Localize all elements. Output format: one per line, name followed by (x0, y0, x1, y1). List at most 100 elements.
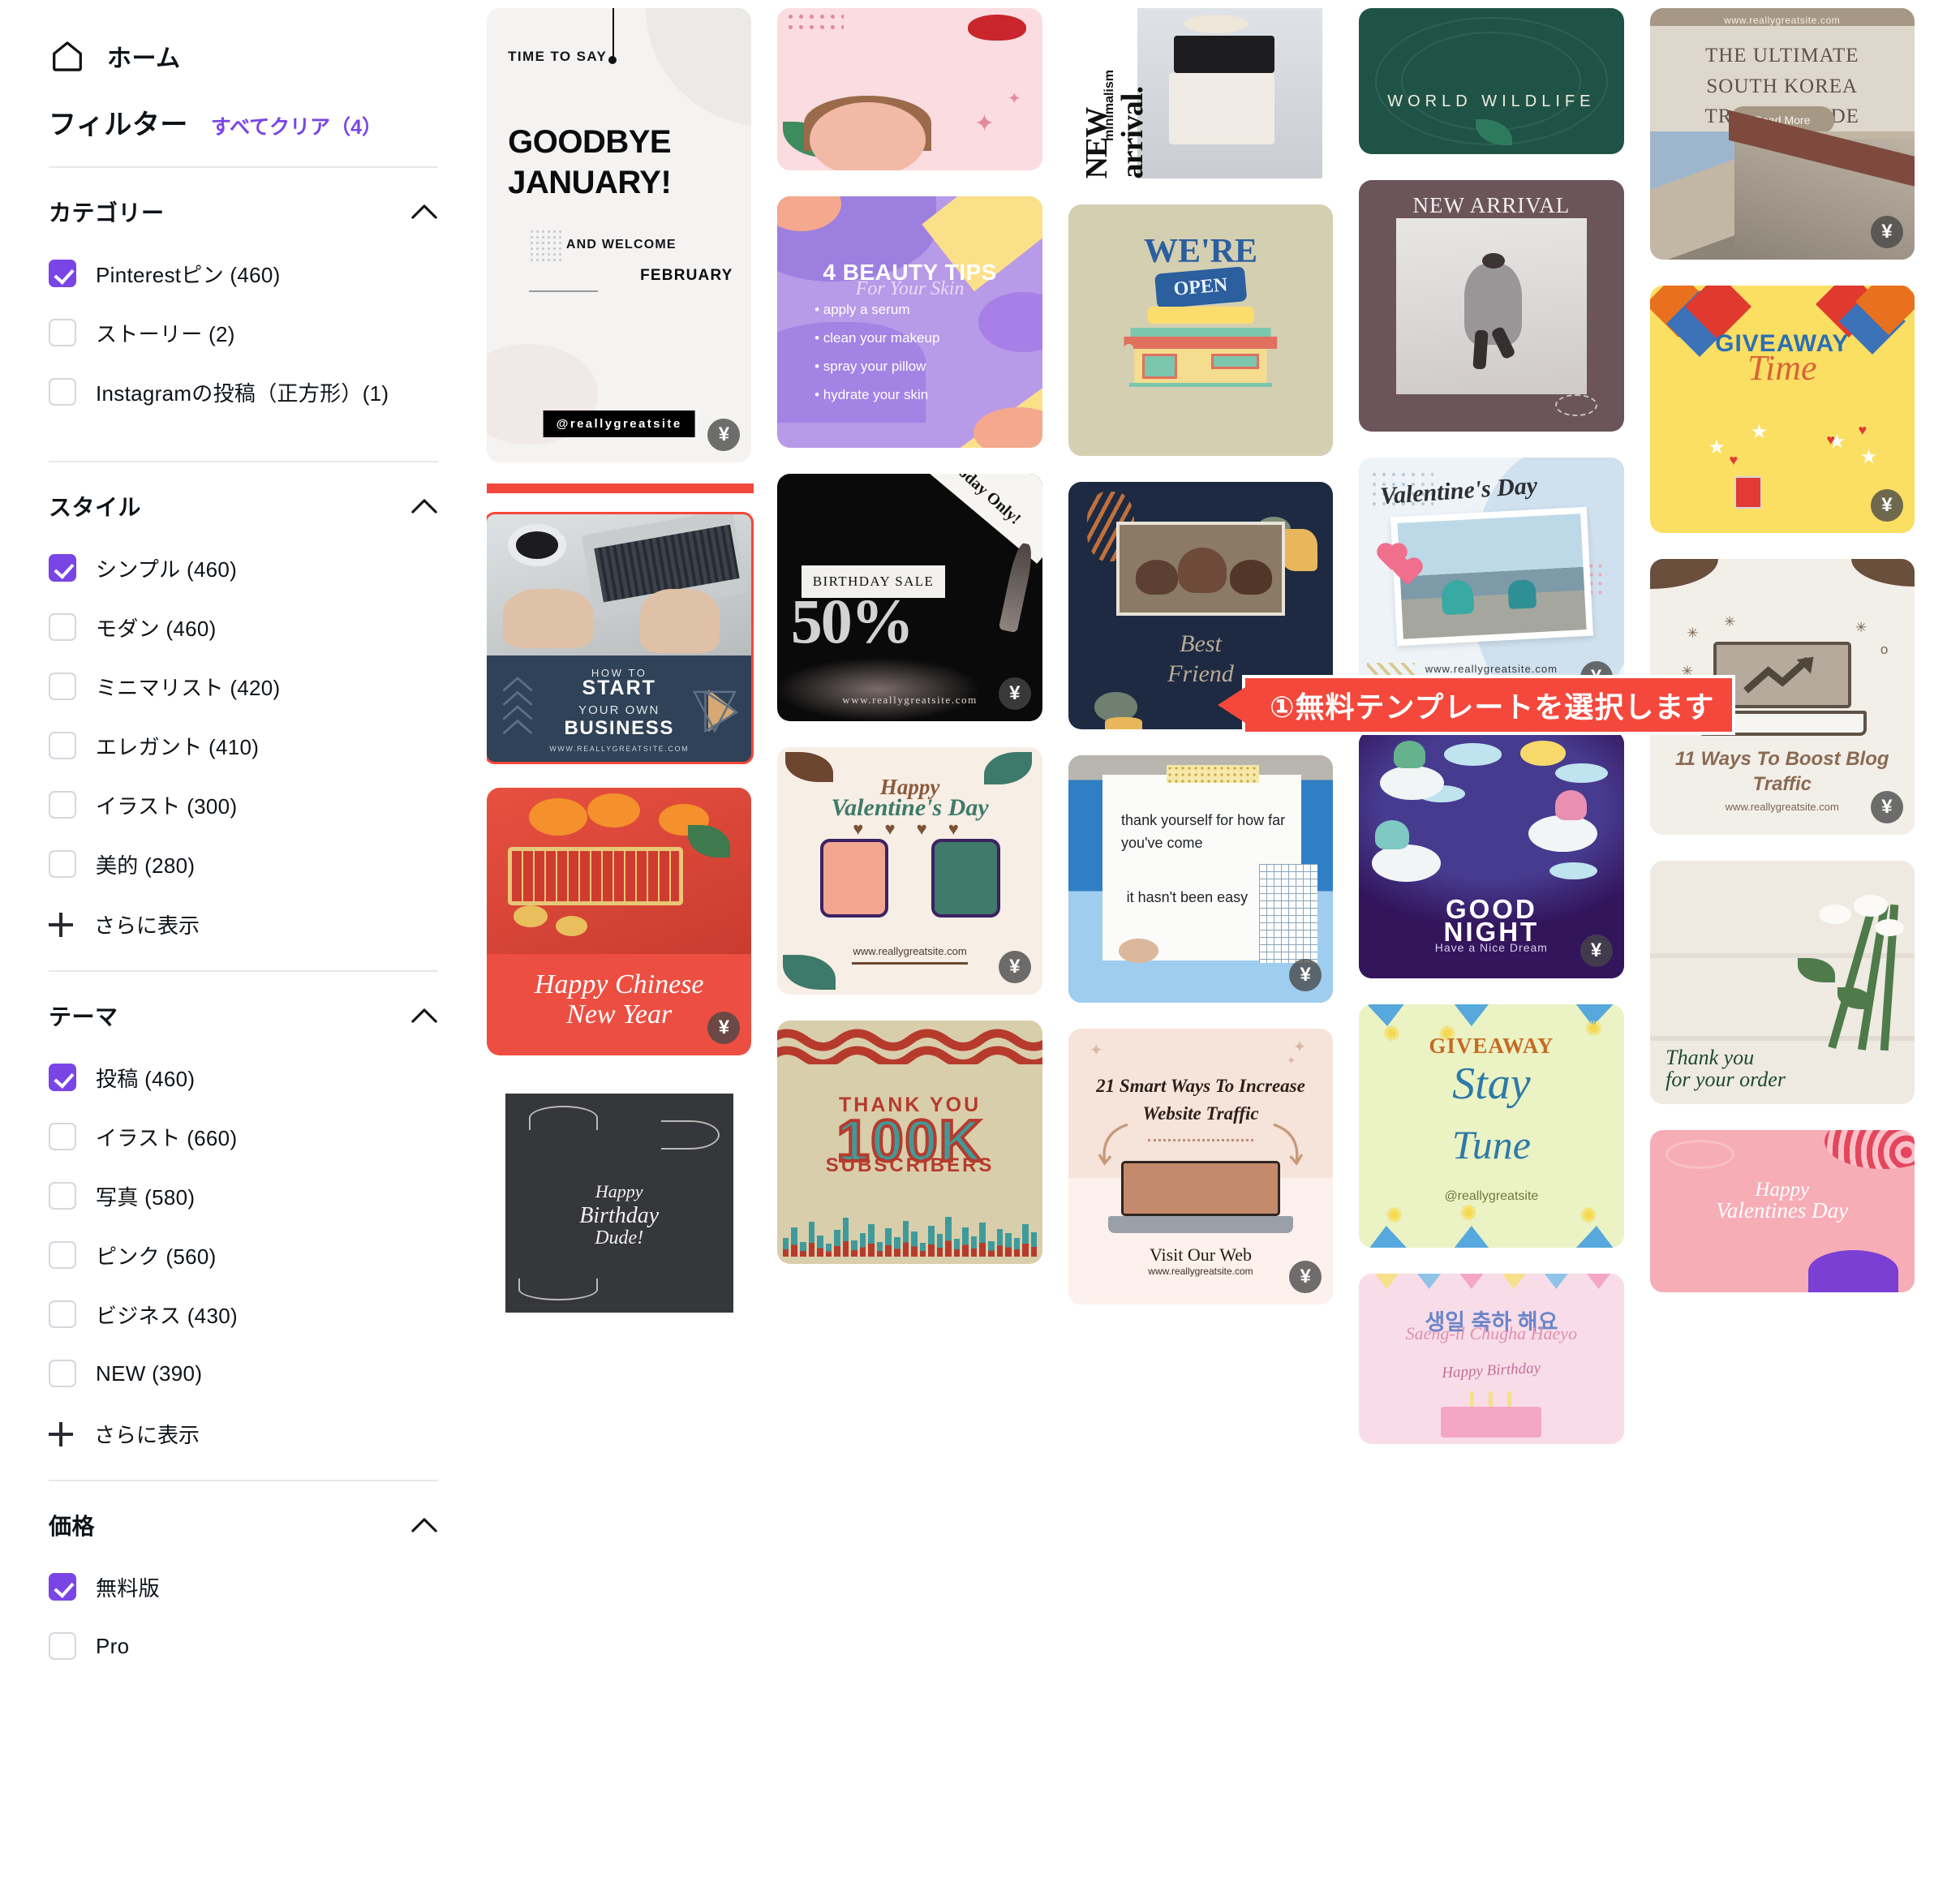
chevron-up-icon[interactable] (410, 203, 438, 221)
filter-option-2-0[interactable]: 投稿 (460) (49, 1056, 438, 1098)
template-card-happy-valentines-day-phones[interactable]: Happy Valentine's Day ♥ ♥ ♥ ♥ www.really… (777, 747, 1042, 995)
checkbox-checked-icon[interactable] (49, 1064, 76, 1091)
filter-option-1-4[interactable]: イラスト (300) (49, 784, 438, 826)
pro-badge: ¥ (1289, 1261, 1322, 1293)
card-big-number: 50% (790, 586, 914, 657)
checkbox-icon[interactable] (49, 613, 76, 641)
card-line2: Valentines Day (1716, 1198, 1849, 1223)
filter-option-2-5[interactable]: NEW (390) (49, 1352, 438, 1395)
filter-section-header[interactable]: カテゴリー (49, 196, 438, 228)
template-card-giveaway-stay-tune[interactable]: ✺ ✺ ✺ GIVEAWAY Stay Tune @reallygreatsit… (1359, 1004, 1624, 1248)
filter-sidebar: ホーム フィルター すべてクリア（4） カテゴリー Pinterestピン (46… (0, 0, 487, 1904)
template-card-thank-yourself-note[interactable]: thank yourself for how far you've come i… (1068, 755, 1334, 1003)
checkbox-checked-icon[interactable] (49, 1573, 76, 1601)
bullet-item: apply a serum (814, 302, 939, 318)
checkbox-icon[interactable] (49, 673, 76, 700)
template-card-saeng-il-chugha-haeyo[interactable]: 생일 축하 해요 Saeng-il Chugha Haeyo Happy Bir… (1359, 1274, 1624, 1444)
template-card-valentines-day-bicycle[interactable]: Valentine's Day www.reallygreatsite.com … (1359, 458, 1624, 705)
card-eyebrow: TIME TO SAY (508, 49, 608, 65)
filter-option-1-0[interactable]: シンプル (460) (49, 547, 438, 589)
template-card-new-arrival-minimalism[interactable]: NEW arrival. minimalism (1068, 8, 1334, 178)
home-link[interactable]: ホーム (0, 32, 487, 75)
clear-all-button[interactable]: すべてクリア（4） (211, 111, 382, 140)
checkbox-icon[interactable] (49, 791, 76, 819)
card-line1: Best (1180, 630, 1222, 657)
show-more-button[interactable]: さらに表示 (49, 909, 438, 939)
template-card-good-night-sheep[interactable]: GOOD NIGHT Have a Nice Dream ¥ (1359, 731, 1624, 978)
card-art: 4 BEAUTY TIPS For Your Skin apply a seru… (777, 196, 1042, 448)
pro-badge: ¥ (1870, 489, 1903, 522)
filter-option-2-1[interactable]: イラスト (660) (49, 1115, 438, 1158)
filter-option-0-0[interactable]: Pinterestピン (460) (49, 252, 438, 294)
card-handle: @reallygreatsite (543, 410, 695, 438)
filter-option-0-2[interactable]: Instagramの投稿（正方形）(1) (49, 371, 438, 413)
template-card-thank-you-for-your-order[interactable]: Thank you for your order (1649, 861, 1915, 1104)
checkbox-icon[interactable] (49, 732, 76, 759)
card-month: FEBRUARY (640, 267, 733, 285)
filter-section-header[interactable]: テーマ (49, 999, 438, 1032)
filter-option-label: ミニマリスト (420) (96, 675, 281, 700)
template-card-new-arrival-backpack[interactable]: NEW ARRIVAL (1359, 180, 1624, 432)
template-card-goodbye-january[interactable]: TIME TO SAY GOODBYE JANUARY! AND WELCOME … (487, 8, 752, 462)
checkbox-icon[interactable] (49, 1241, 76, 1269)
chevron-up-icon[interactable] (410, 1516, 438, 1534)
checkbox-checked-icon[interactable] (49, 554, 76, 582)
filter-option-1-3[interactable]: エレガント (410) (49, 724, 438, 767)
template-card-were-open-shop[interactable]: WE'RE OPEN (1068, 204, 1334, 456)
checkbox-icon[interactable] (49, 1360, 76, 1387)
filter-option-2-2[interactable]: 写真 (580) (49, 1175, 438, 1217)
filter-option-1-2[interactable]: ミニマリスト (420) (49, 665, 438, 707)
template-card-giveaway-time[interactable]: GIVEAWAY Time ★ ★ ★ ★ ♥ ♥ ♥ ¥ (1649, 286, 1915, 533)
checkbox-icon[interactable] (49, 1123, 76, 1150)
chevron-up-icon[interactable] (410, 497, 438, 515)
filter-option-3-1[interactable]: Pro (49, 1625, 438, 1667)
card-line3: Happy Birthday (1441, 1360, 1541, 1382)
template-card-thank-you-100k-subscribers[interactable]: THANK YOU 100K SUBSCRIBERS (777, 1021, 1042, 1264)
filter-option-0-1[interactable]: ストーリー (2) (49, 312, 438, 354)
filter-section-1: スタイルシンプル (460) モダン (460) ミニマリスト (420) エレガント… (0, 462, 487, 948)
card-line2: Saeng-il Chugha Haeyo (1405, 1322, 1578, 1343)
template-grid-area: TIME TO SAY GOODBYE JANUARY! AND WELCOME … (487, 0, 1947, 1904)
show-more-button[interactable]: さらに表示 (49, 1419, 438, 1449)
template-card-pink-girl-sparkle[interactable]: ✦ ✦ (777, 8, 1042, 170)
template-card-happy-valentines-day-pink[interactable]: Happy Valentines Day (1649, 1130, 1915, 1292)
chevron-up-icon[interactable] (410, 1007, 438, 1025)
template-card-happy-chinese-new-year[interactable]: Happy Chinese New Year ¥ (487, 788, 752, 1055)
equalizer-bars (782, 1208, 1038, 1257)
filter-option-3-0[interactable]: 無料版 (49, 1566, 438, 1608)
card-art: 생일 축하 해요 Saeng-il Chugha Haeyo Happy Bir… (1359, 1274, 1623, 1444)
card-line1: Happy (595, 1181, 643, 1201)
card-art: TIME TO SAY GOODBYE JANUARY! AND WELCOME … (487, 8, 752, 462)
card-line2: SOUTH KOREA (1706, 75, 1859, 97)
checkbox-icon[interactable] (49, 319, 76, 346)
filter-option-1-5[interactable]: 美的 (280) (49, 843, 438, 885)
card-line3: SUBSCRIBERS (825, 1154, 995, 1176)
template-card-4-beauty-tips[interactable]: 4 BEAUTY TIPS For Your Skin apply a seru… (777, 196, 1042, 448)
template-card-world-wildlife-day[interactable]: WORLD WILDLIFE (1359, 8, 1624, 154)
template-card-birthday-sale-50[interactable]: Today Only! BIRTHDAY SALE 50% www.really… (777, 474, 1042, 721)
template-card-how-to-start-your-own-business[interactable]: HOW TO START YOUR OWN BUSINESS WWW.REALL… (487, 512, 754, 764)
home-icon (49, 37, 86, 75)
filter-option-label: ピンク (560) (96, 1244, 217, 1269)
card-art: THANK YOU 100K SUBSCRIBERS (777, 1021, 1042, 1264)
filter-option-label: 投稿 (460) (96, 1066, 196, 1091)
template-card-ultimate-south-korea-travel-guide[interactable]: www.reallygreatsite.com THE ULTIMATE SOUT… (1649, 8, 1915, 260)
checkbox-icon[interactable] (49, 1300, 76, 1328)
template-card-happy-birthday-dude[interactable]: Happy Birthday Dude! (487, 1081, 752, 1325)
template-card-21-smart-ways-website-traffic[interactable]: ✦ ✦ ✦ 21 Smart Ways To Increase Website … (1068, 1029, 1334, 1304)
card-small: AND WELCOME (565, 237, 677, 251)
filter-option-2-3[interactable]: ピンク (560) (49, 1234, 438, 1276)
checkbox-icon[interactable] (49, 378, 76, 406)
checkbox-icon[interactable] (49, 850, 76, 878)
checkbox-icon[interactable] (49, 1632, 76, 1660)
filter-option-1-1[interactable]: モダン (460) (49, 606, 438, 648)
filter-section-header[interactable]: 価格 (49, 1509, 438, 1541)
filter-option-2-4[interactable]: ビジネス (430) (49, 1293, 438, 1335)
annotation-banner: ①無料テンプレートを選択します (1245, 678, 1733, 732)
card-line3: Tune (1451, 1122, 1531, 1167)
filter-section-header[interactable]: スタイル (49, 490, 438, 522)
checkbox-icon[interactable] (49, 1182, 76, 1210)
checkbox-checked-icon[interactable] (49, 260, 76, 287)
pro-badge: ¥ (1289, 959, 1322, 991)
home-label: ホーム (107, 45, 181, 72)
